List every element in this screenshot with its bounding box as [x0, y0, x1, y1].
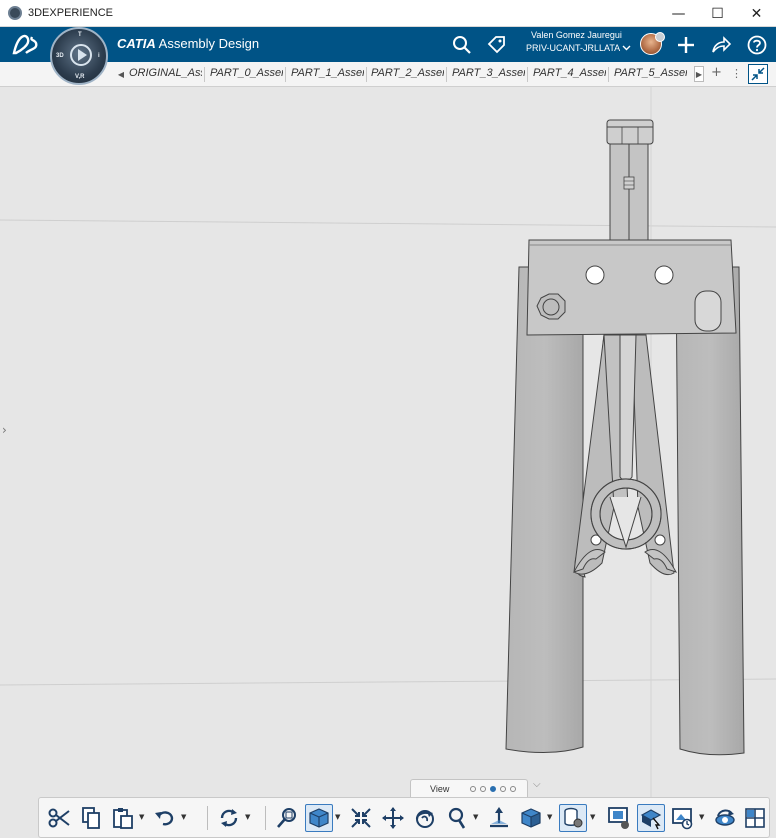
tab-part-4-assembly[interactable]: PART_4_Assem	[533, 67, 606, 79]
add-tab-icon[interactable]: +	[711, 65, 722, 80]
lever-arms[interactable]	[572, 334, 678, 578]
fit-all-in-icon[interactable]	[273, 804, 301, 832]
tab-divider	[366, 67, 367, 82]
layer-icon[interactable]	[637, 804, 665, 832]
tab-divider	[527, 67, 528, 82]
section-dot[interactable]	[470, 785, 476, 792]
update-dropdown-icon[interactable]: ▼	[245, 813, 250, 821]
action-bar: ▼ ▼ ▼ ▼ ▼ ▼ ▼ ▼	[38, 797, 770, 838]
tab-scroll-left-icon[interactable]: ◀	[116, 66, 126, 82]
tab-part-5-assembly[interactable]: PART_5_Assem	[614, 67, 687, 79]
ground-icon[interactable]	[485, 804, 513, 832]
undo-dropdown-icon[interactable]: ▼	[181, 813, 186, 821]
collapse-action-bar-icon[interactable]: ⌵	[533, 779, 541, 790]
tab-part-2-assembly[interactable]: PART_2_Assem	[371, 67, 444, 79]
ds-logo-icon[interactable]	[10, 31, 42, 59]
right-leg-tube[interactable]	[675, 266, 745, 756]
paste-dropdown-icon[interactable]: ▼	[139, 813, 144, 821]
section-dot[interactable]	[500, 785, 506, 792]
user-name: Valen Gomez Jauregui	[531, 30, 622, 40]
render-dropdown-icon[interactable]: ▼	[547, 813, 552, 821]
view-section-label: View	[430, 783, 450, 794]
section-dot[interactable]	[510, 785, 516, 792]
copy-icon[interactable]	[77, 804, 105, 832]
3dexperience-app-icon	[8, 6, 22, 20]
tab-part-1-assembly[interactable]: PART_1_Assem	[291, 67, 364, 79]
app-header-bar: CATIA Assembly Design Valen Gomez Jaureg…	[0, 27, 776, 62]
toolbar-separator	[265, 806, 266, 830]
spindle-screw[interactable]	[606, 119, 654, 241]
avatar[interactable]	[640, 32, 665, 55]
sync-icon[interactable]	[711, 804, 739, 832]
toolbar-separator	[207, 806, 208, 830]
render-style-icon[interactable]	[517, 804, 545, 832]
tab-divider	[608, 67, 609, 82]
section-page-dots	[470, 785, 516, 792]
compass-right-label: i	[98, 53, 100, 59]
3d-model-canvas[interactable]	[0, 87, 776, 838]
compass-top-label: T	[78, 32, 82, 38]
collab-space-label: PRIV-UCANT-JRLLATA	[526, 43, 620, 53]
view-dropdown-icon[interactable]: ▼	[335, 813, 340, 821]
left-leg-tube[interactable]	[505, 266, 584, 754]
compass-widget[interactable]: T 3D i V,R	[50, 27, 108, 85]
pan-icon[interactable]	[379, 804, 407, 832]
user-context-block[interactable]: Valen Gomez Jauregui PRIV-UCANT-JRLLATA	[524, 30, 634, 53]
cut-icon[interactable]	[45, 804, 73, 832]
view-mode-dropdown-icon[interactable]: ▼	[590, 813, 595, 821]
play-icon[interactable]	[70, 44, 92, 66]
window-controls: — ☐ ✕	[659, 0, 776, 27]
tab-divider	[446, 67, 447, 82]
tab-scroll-right-icon[interactable]: ▶	[694, 66, 704, 82]
crossbar-block[interactable]	[526, 239, 737, 336]
window-title-bar: 3DEXPERIENCE — ☐ ✕	[0, 0, 776, 27]
3d-viewport[interactable]: › View ⌵ ▼ ▼ ▼ ▼ ▼ ▼ ▼ ▼	[0, 87, 776, 838]
app-name: Assembly Design	[158, 36, 260, 51]
insert-existing-product-icon[interactable]	[605, 804, 633, 832]
tab-part-3-assembly[interactable]: PART_3_Assem	[452, 67, 525, 79]
compass-bottom-label: V,R	[75, 74, 85, 80]
tab-divider	[285, 67, 286, 82]
zoom-dropdown-icon[interactable]: ▼	[473, 813, 478, 821]
rotate-icon[interactable]	[411, 804, 439, 832]
zoom-area-icon[interactable]	[347, 804, 375, 832]
compass-left-label: 3D	[56, 53, 64, 59]
undo-icon[interactable]	[151, 804, 179, 832]
section-dot-active[interactable]	[490, 785, 496, 792]
capture-dropdown-icon[interactable]: ▼	[699, 813, 704, 821]
section-dot[interactable]	[480, 785, 486, 792]
tab-part-0-assembly[interactable]: PART_0_Assem	[210, 67, 283, 79]
action-bar-section-tab[interactable]: View	[410, 779, 528, 797]
brand-name: CATIA	[117, 36, 156, 51]
catia-app-window: 3DEXPERIENCE — ☐ ✕ CATIA Assembly Design…	[0, 0, 776, 838]
update-icon[interactable]	[215, 804, 243, 832]
tab-original-assembly[interactable]: ORIGINAL_Ass	[129, 67, 202, 79]
window-title: 3DEXPERIENCE	[28, 7, 113, 19]
close-button[interactable]: ✕	[737, 0, 776, 27]
share-icon[interactable]	[709, 33, 733, 57]
normal-view-icon[interactable]	[305, 804, 333, 832]
view-mode-icon[interactable]	[559, 804, 587, 832]
chevron-down-icon	[622, 43, 631, 53]
tab-divider	[204, 67, 205, 82]
app-brand: CATIA Assembly Design	[117, 36, 259, 51]
side-panel-chevron-icon[interactable]: ›	[2, 423, 7, 437]
collab-space-selector[interactable]: PRIV-UCANT-JRLLATA	[526, 43, 634, 53]
search-icon[interactable]	[450, 33, 474, 57]
capture-icon[interactable]	[669, 804, 697, 832]
tag-icon[interactable]	[485, 33, 509, 57]
more-tabs-icon[interactable]: ⋮	[731, 67, 742, 80]
maximize-button[interactable]: ☐	[698, 0, 737, 27]
document-tab-strip: ◀ ORIGINAL_Ass PART_0_Assem PART_1_Assem…	[0, 62, 776, 87]
help-icon[interactable]	[745, 33, 769, 57]
multi-view-icon[interactable]	[741, 804, 769, 832]
paste-icon[interactable]	[109, 804, 137, 832]
zoom-icon[interactable]	[443, 804, 471, 832]
minimize-button[interactable]: —	[659, 0, 698, 27]
add-icon[interactable]	[674, 33, 698, 57]
collapse-view-icon[interactable]	[748, 64, 768, 84]
